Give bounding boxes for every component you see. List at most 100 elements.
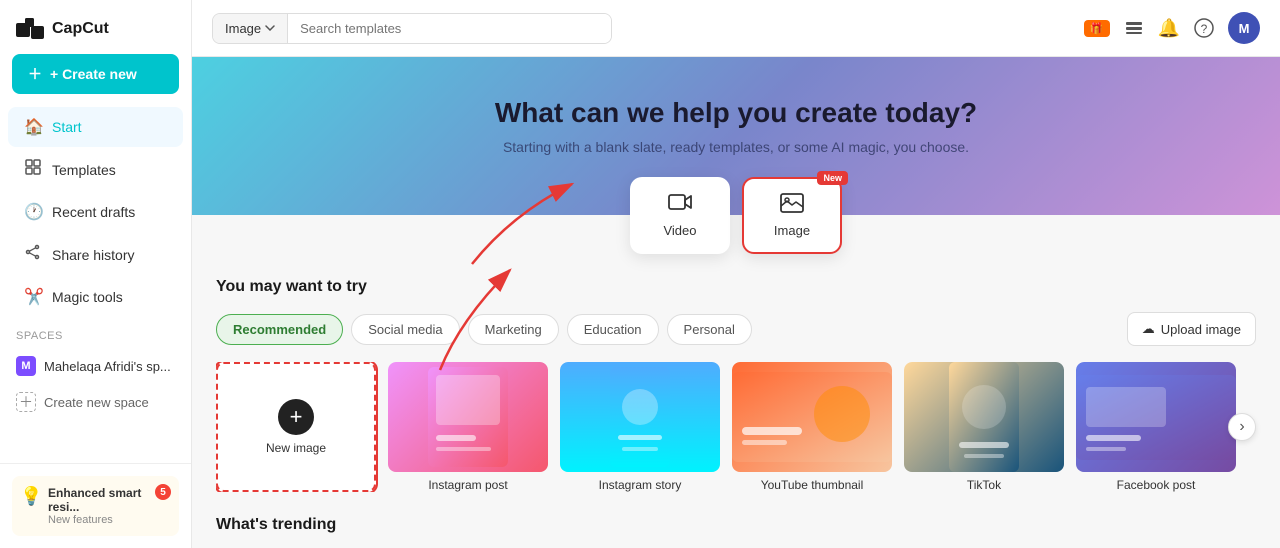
search-type-label: Image	[225, 21, 261, 36]
content-area: What can we help you create today? Start…	[192, 57, 1280, 548]
new-image-label: New image	[262, 441, 330, 455]
youtube-preview	[732, 372, 892, 462]
help-button[interactable]: ?	[1194, 18, 1214, 38]
instagram-post-thumb	[388, 362, 548, 472]
facebook-post-label: Facebook post	[1076, 478, 1236, 492]
header: Image 🎁 🔔	[192, 0, 1280, 57]
next-templates-button[interactable]: ›	[1228, 413, 1256, 441]
logo-icon	[16, 18, 44, 40]
create-space-button[interactable]: ＋ Create new space	[0, 384, 191, 420]
plus-symbol: +	[290, 406, 303, 428]
tab-personal[interactable]: Personal	[667, 314, 752, 345]
sidebar: CapCut ＋ + Create new 🏠 Start Templates …	[0, 0, 192, 548]
instagram-post-card[interactable]: Instagram post	[388, 362, 548, 492]
header-icons: 🎁 🔔 ? M	[1084, 12, 1260, 44]
search-input[interactable]	[288, 14, 611, 43]
tab-recommended[interactable]: Recommended	[216, 314, 343, 345]
instagram-story-card[interactable]: Instagram story	[560, 362, 720, 492]
search-container: Image	[212, 13, 612, 44]
trending-title: What's trending	[216, 516, 1256, 534]
video-icon	[668, 193, 692, 219]
main-content: Image 🎁 🔔	[192, 0, 1280, 548]
upload-label: Upload image	[1161, 322, 1241, 337]
tiktok-label: TikTok	[904, 478, 1064, 492]
hero-title: What can we help you create today?	[212, 97, 1260, 129]
sidebar-label-magic-tools: Magic tools	[52, 289, 123, 305]
bell-button[interactable]: 🔔	[1158, 18, 1180, 39]
upload-image-button[interactable]: ☁ Upload image	[1127, 312, 1256, 346]
space-item-mahelaqa[interactable]: M Mahelaqa Afridi's sp...	[0, 348, 191, 384]
sidebar-item-templates[interactable]: Templates	[8, 149, 183, 190]
space-name: Mahelaqa Afridi's sp...	[44, 359, 171, 374]
sidebar-label-start: Start	[52, 119, 82, 135]
facebook-thumb	[1076, 362, 1236, 472]
spaces-label: Spaces	[0, 318, 191, 348]
bulb-icon: 💡	[20, 486, 42, 507]
category-tabs: Recommended Social media Marketing Educa…	[216, 312, 1256, 346]
sidebar-item-start[interactable]: 🏠 Start	[8, 107, 183, 147]
facebook-preview	[1076, 375, 1236, 460]
sidebar-bottom: 💡 Enhanced smart resi... New features 5	[0, 463, 191, 548]
sidebar-item-recent-drafts[interactable]: 🕐 Recent drafts	[8, 192, 183, 232]
facebook-post-card[interactable]: Facebook post	[1076, 362, 1236, 492]
tiktok-preview	[949, 362, 1019, 472]
video-mode-button[interactable]: Video	[630, 177, 730, 254]
sidebar-item-share-history[interactable]: Share history	[8, 234, 183, 275]
layers-button[interactable]	[1124, 19, 1144, 37]
create-new-plus: ＋	[28, 64, 42, 84]
image-mode-label: Image	[774, 223, 810, 238]
search-type-dropdown[interactable]: Image	[213, 14, 288, 43]
feature-card[interactable]: 💡 Enhanced smart resi... New features 5	[12, 476, 179, 536]
instagram-post-label: Instagram post	[388, 478, 548, 492]
user-avatar[interactable]: M	[1228, 12, 1260, 44]
layers-icon	[1124, 19, 1144, 37]
chevron-down-icon	[265, 25, 275, 31]
share-icon	[24, 244, 42, 265]
templates-icon	[24, 159, 42, 180]
help-icon: ?	[1194, 18, 1214, 38]
youtube-thumbnail-card[interactable]: YouTube thumbnail	[732, 362, 892, 492]
youtube-thumb	[732, 362, 892, 472]
new-badge: New	[817, 171, 848, 185]
create-space-plus-icon: ＋	[16, 392, 36, 412]
tiktok-thumb	[904, 362, 1064, 472]
create-space-label: Create new space	[44, 395, 149, 410]
instagram-post-preview	[428, 367, 508, 467]
instagram-story-label: Instagram story	[560, 478, 720, 492]
logo-text: CapCut	[52, 20, 109, 38]
tiktok-card[interactable]: TikTok	[904, 362, 1064, 492]
gift-button[interactable]: 🎁	[1084, 20, 1110, 37]
gift-icon: 🎁	[1084, 20, 1110, 37]
video-mode-label: Video	[663, 223, 696, 238]
new-image-card[interactable]: + New image	[216, 362, 376, 492]
tab-social-media[interactable]: Social media	[351, 314, 459, 345]
template-grid: + New image	[216, 362, 1256, 492]
instagram-story-thumb	[560, 362, 720, 472]
feature-title: Enhanced smart resi...	[48, 486, 169, 514]
mode-buttons-row: Video New Image	[192, 177, 1280, 254]
create-new-label: + Create new	[50, 66, 137, 82]
sidebar-label-recent-drafts: Recent drafts	[52, 204, 135, 220]
tab-marketing[interactable]: Marketing	[468, 314, 559, 345]
image-mode-button[interactable]: New Image	[742, 177, 842, 254]
sidebar-item-magic-tools[interactable]: ✂️ Magic tools	[8, 277, 183, 317]
feature-badge: 5	[155, 484, 171, 500]
you-may-title: You may want to try	[216, 278, 1256, 296]
you-may-section: You may want to try Recommended Social m…	[192, 254, 1280, 508]
template-grid-container: + New image	[216, 362, 1256, 492]
svg-text:?: ?	[1201, 22, 1208, 36]
create-new-button[interactable]: ＋ + Create new	[12, 54, 179, 94]
magic-icon: ✂️	[24, 287, 42, 307]
sidebar-label-templates: Templates	[52, 162, 116, 178]
tab-education[interactable]: Education	[567, 314, 659, 345]
trending-section: What's trending	[192, 508, 1280, 548]
sidebar-label-share-history: Share history	[52, 247, 134, 263]
youtube-thumbnail-label: YouTube thumbnail	[732, 478, 892, 492]
bell-icon: 🔔	[1158, 18, 1180, 39]
logo-area: CapCut	[0, 0, 191, 54]
clock-icon: 🕐	[24, 202, 42, 222]
upload-icon: ☁	[1142, 321, 1155, 337]
home-icon: 🏠	[24, 117, 42, 137]
add-icon: +	[278, 399, 314, 435]
hero-subtitle: Starting with a blank slate, ready templ…	[212, 139, 1260, 155]
